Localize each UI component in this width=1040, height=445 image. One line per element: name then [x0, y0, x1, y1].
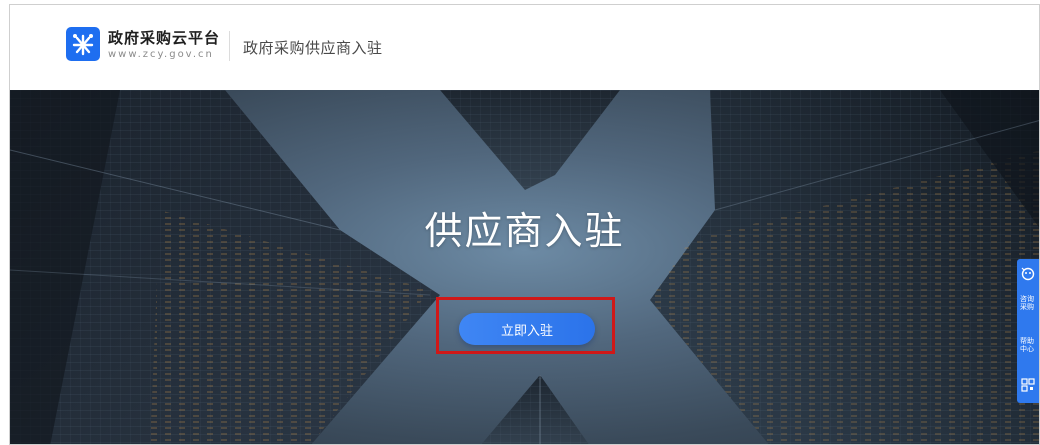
float-item-consult[interactable]: 咨询采购: [1020, 295, 1036, 311]
floating-sidebar: 咨询采购 帮助中心: [1017, 259, 1039, 403]
logo-title[interactable]: 政府采购云平台: [108, 27, 220, 48]
zcy-logo-icon[interactable]: [66, 27, 100, 61]
site-header: 政府采购云平台 www.zcy.gov.cn 政府采购供应商入驻: [10, 5, 1039, 90]
hero-banner: 供应商入驻 立即入驻 咨询采购 帮助中心: [10, 90, 1039, 444]
float-item-help[interactable]: 帮助中心: [1020, 337, 1036, 353]
qrcode-icon[interactable]: [1018, 377, 1038, 393]
skyscraper-background: [10, 90, 1039, 444]
header-divider: [229, 31, 230, 61]
page-subtitle: 政府采购供应商入驻: [243, 39, 383, 57]
assistant-icon[interactable]: [1018, 265, 1038, 283]
browser-viewport: 政府采购云平台 www.zcy.gov.cn 政府采购供应商入驻 供应商入驻 立…: [9, 4, 1040, 445]
logo-url: www.zcy.gov.cn: [108, 49, 214, 60]
join-now-button[interactable]: 立即入驻: [459, 313, 595, 345]
hero-title: 供应商入驻: [424, 209, 625, 253]
